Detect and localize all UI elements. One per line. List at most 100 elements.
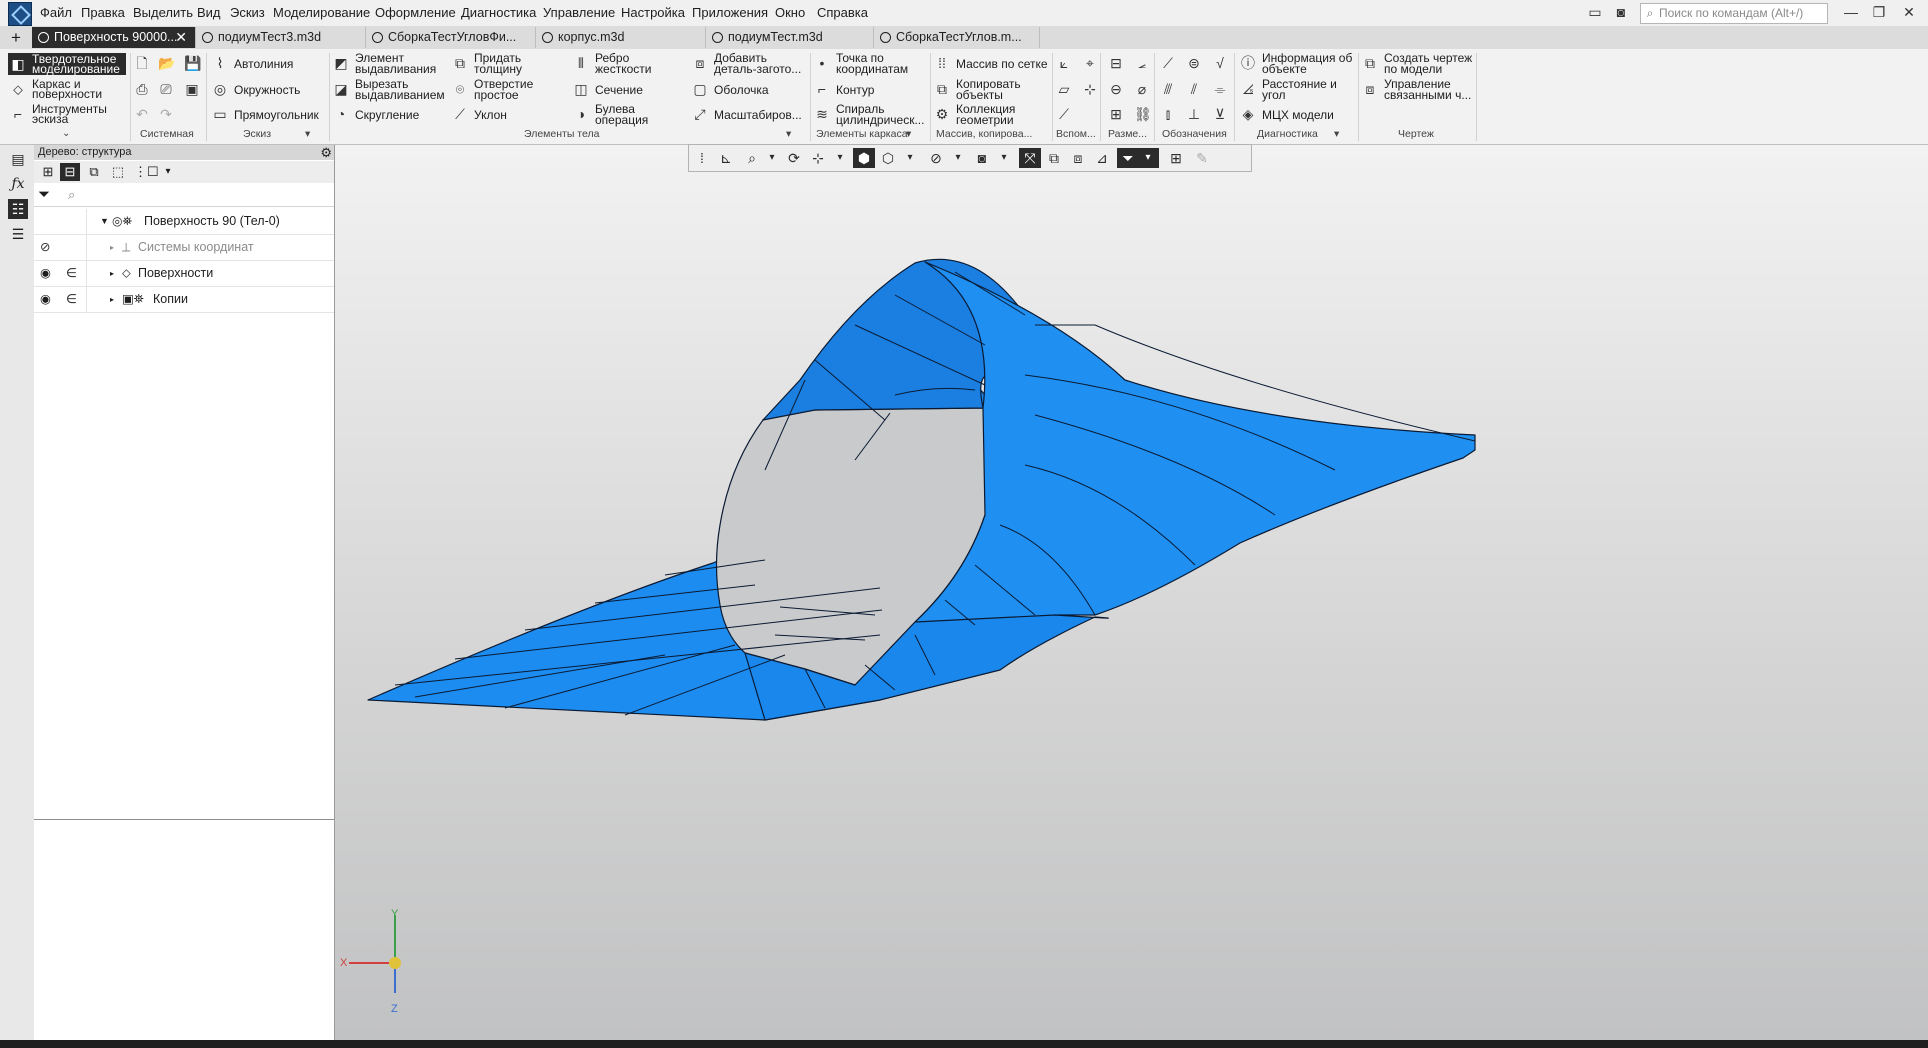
mode-sketch-tools[interactable]: ⌐ Инструменты эскиза	[8, 103, 126, 125]
rib-button[interactable]: Ребро жесткости	[595, 52, 651, 75]
grid-icon[interactable]: ⁞	[691, 148, 713, 168]
expand-arrow-icon[interactable]: ▼	[100, 209, 109, 234]
close-tab-icon[interactable]: ✕	[175, 27, 187, 48]
surface-model[interactable]	[335, 145, 1928, 1040]
tree-select-icon[interactable]: ⬚	[108, 163, 128, 181]
tolerance-icon[interactable]: ⌯	[1212, 81, 1228, 97]
tab-korpus[interactable]: корпус.m3d	[536, 27, 706, 48]
menu-apps[interactable]: Приложения	[692, 5, 768, 20]
circle-button[interactable]: Окружность	[234, 84, 300, 96]
rotate-icon[interactable]: ⟳	[783, 148, 805, 168]
orientation-dropdown-icon[interactable]: ▾	[829, 148, 851, 168]
dimension-linear-icon[interactable]: ⊟	[1108, 55, 1124, 71]
collapse-modes-icon[interactable]: ⌄	[62, 128, 70, 139]
expand-arrow-icon[interactable]: ▸	[110, 235, 114, 260]
menu-view[interactable]: Вид	[197, 5, 221, 20]
helix-button[interactable]: Спираль цилиндрическ...	[836, 103, 924, 126]
tree-filter-options-icon[interactable]: ⋮☐	[134, 163, 159, 181]
boolean-button[interactable]: Булева операция	[595, 103, 648, 126]
include-icon[interactable]: ∈	[66, 261, 77, 286]
menu-edit[interactable]: Правка	[81, 5, 125, 20]
thicken-button[interactable]: Придать толщину	[474, 52, 522, 75]
tree-item-coordinate-systems[interactable]: ⊘ ▸ ⟂ Системы координат	[34, 235, 334, 261]
menu-file[interactable]: Файл	[40, 5, 72, 20]
save-as-icon[interactable]: ▣	[184, 81, 200, 97]
measure-icon[interactable]: ⊞	[1165, 148, 1187, 168]
hide-dropdown-icon[interactable]: ▾	[947, 148, 969, 168]
menu-window[interactable]: Окно	[775, 5, 805, 20]
minimize-icon[interactable]: —	[1840, 3, 1862, 21]
contour-button[interactable]: Контур	[836, 84, 874, 96]
tree-options-dropdown-icon[interactable]: ▾	[158, 163, 178, 181]
dimension-auto-icon[interactable]: ⊞	[1108, 106, 1124, 122]
menu-diagnostics[interactable]: Диагностика	[461, 5, 536, 20]
add-part-button[interactable]: Добавить деталь-загото...	[714, 52, 801, 75]
new-tab-button[interactable]: +	[6, 28, 26, 47]
menu-select[interactable]: Выделить	[133, 5, 193, 20]
autoline-button[interactable]: Автолиния	[234, 58, 293, 70]
copy-objects-button[interactable]: Копировать объекты	[956, 78, 1021, 101]
point-by-coords-button[interactable]: Точка по координатам	[836, 52, 908, 75]
aux-axis-icon[interactable]: ⌖	[1082, 55, 1098, 71]
tab-podium-test[interactable]: подиумТест.m3d	[706, 27, 874, 48]
mode-frame-surfaces[interactable]: ⬦ Каркас и поверхности	[8, 78, 126, 100]
panel-toggle-icon[interactable]: ▭	[1584, 3, 1606, 21]
section-view-icon[interactable]: ◙	[971, 148, 993, 168]
thread-icon[interactable]: ⫻	[1160, 81, 1176, 97]
fillet-button[interactable]: Скругление	[355, 109, 419, 121]
3d-viewport[interactable]: X Y Z	[335, 145, 1928, 1040]
restore-icon[interactable]: ❐	[1868, 3, 1890, 21]
include-icon[interactable]: ∈	[66, 287, 77, 312]
menu-design[interactable]: Оформление	[375, 5, 456, 20]
tree-filter-row[interactable]: ⏷ ⌕	[34, 184, 334, 207]
fullscreen-icon[interactable]: ◙	[1610, 3, 1632, 21]
view-export-icon[interactable]: ⧈	[1067, 148, 1089, 168]
scale-button[interactable]: Масштабиров...	[714, 109, 802, 121]
aux-line-icon[interactable]: ⟋	[1056, 106, 1072, 122]
properties-panel-icon[interactable]: ▤	[8, 149, 28, 169]
cut-extrude-button[interactable]: Вырезать выдавливанием	[355, 78, 445, 101]
aux-point-icon[interactable]: ⊹	[1082, 81, 1098, 97]
shell-button[interactable]: Оболочка	[714, 84, 769, 96]
tree-search-icon[interactable]: ⌕	[68, 187, 75, 203]
menu-management[interactable]: Управление	[543, 5, 615, 20]
body-group-dropdown-icon[interactable]: ▾	[786, 128, 791, 140]
print-icon[interactable]: ⎙	[134, 81, 150, 97]
dimension-diameter-icon[interactable]: ⌀	[1134, 81, 1150, 97]
expand-arrow-icon[interactable]: ▸	[110, 261, 114, 286]
rectangle-button[interactable]: Прямоугольник	[234, 109, 319, 121]
position-mark-icon[interactable]: ⫽	[1186, 81, 1202, 97]
dimension-radial-icon[interactable]: ⊖	[1108, 81, 1124, 97]
eye-icon[interactable]: ◉	[40, 261, 51, 286]
local-cs-icon[interactable]: ⊾	[715, 148, 737, 168]
tree-root-row[interactable]: ▼ ◎⛯ Поверхность 90 (Тел-0)	[34, 209, 334, 235]
hidden-eye-icon[interactable]: ⊘	[40, 235, 50, 260]
menu-modeling[interactable]: Моделирование	[273, 5, 370, 20]
filter-dropdown-icon[interactable]: ▾	[1137, 148, 1159, 168]
aux-offset-plane-icon[interactable]: ⏥	[1056, 81, 1072, 97]
preview-icon[interactable]: ⎚	[158, 81, 174, 97]
section-dropdown-icon[interactable]: ▾	[993, 148, 1015, 168]
command-search-input[interactable]: ⌕ Поиск по командам (Alt+/)	[1640, 3, 1828, 24]
open-file-icon[interactable]: 📂	[158, 55, 175, 71]
roughness-icon[interactable]: √	[1212, 55, 1228, 71]
menu-help[interactable]: Справка	[817, 5, 868, 20]
sketch-group-dropdown-icon[interactable]: ▾	[305, 128, 310, 140]
shaded-display-icon[interactable]: ⬢	[853, 148, 875, 168]
geometry-collection-button[interactable]: Коллекция геометрии	[956, 103, 1015, 126]
orientation-icon[interactable]: ⊹	[807, 148, 829, 168]
eye-icon[interactable]: ◉	[40, 287, 51, 312]
hide-show-icon[interactable]: ⊘	[925, 148, 947, 168]
zoom-dropdown-icon[interactable]: ▾	[761, 148, 783, 168]
tree-structure-icon[interactable]: ⊞	[38, 163, 58, 181]
perspective-icon[interactable]: ⊿	[1091, 148, 1113, 168]
tree-item-surfaces[interactable]: ◉ ∈ ▸ ⬦ Поверхности	[34, 261, 334, 287]
tree-panel-divider[interactable]	[34, 819, 334, 820]
expand-arrow-icon[interactable]: ▸	[110, 287, 114, 312]
tree-panel-icon[interactable]: ☷	[8, 199, 28, 219]
redo-icon[interactable]: ↷	[158, 106, 174, 122]
object-info-button[interactable]: Информация об объекте	[1262, 52, 1352, 75]
distance-angle-button[interactable]: Расстояние и угол	[1262, 78, 1337, 101]
tree-item-copies[interactable]: ◉ ∈ ▸ ▣⛯ Копии	[34, 287, 334, 313]
grid-array-button[interactable]: Массив по сетке	[956, 58, 1048, 70]
